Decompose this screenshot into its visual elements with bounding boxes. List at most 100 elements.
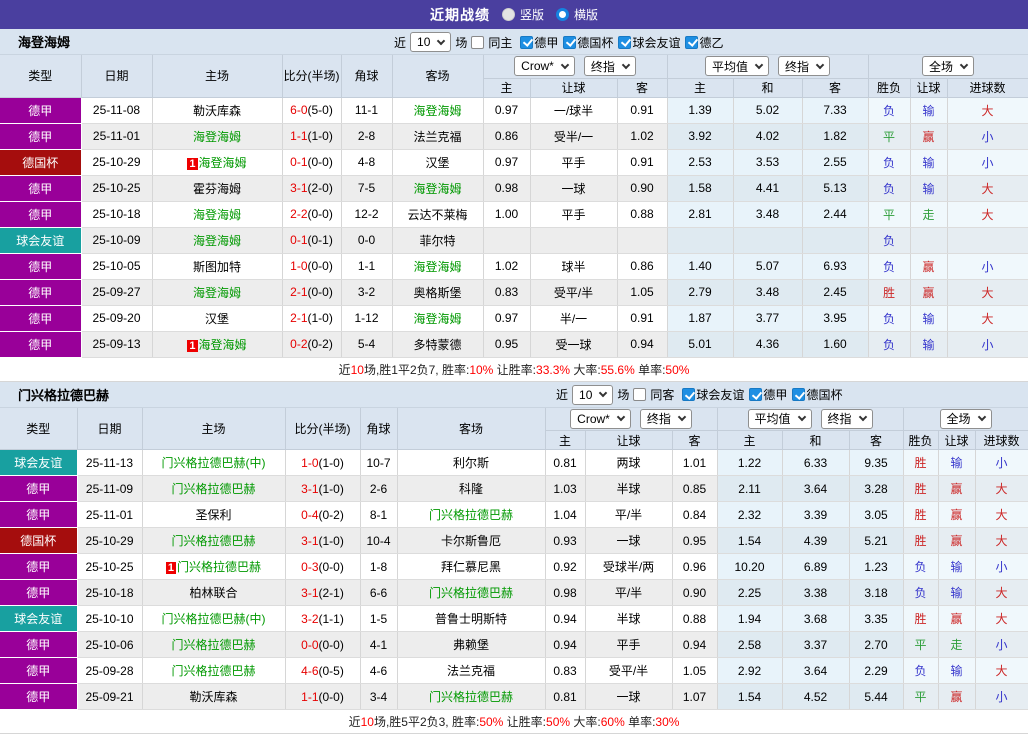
home-team-cell: 海登海姆 — [152, 201, 282, 227]
home-team-name[interactable]: 斯图加特 — [193, 260, 241, 274]
home-team-name[interactable]: 勒沃库森 — [189, 690, 237, 704]
home-team-name[interactable]: 汉堡 — [205, 312, 229, 326]
away-team-name[interactable]: 弗赖堡 — [453, 638, 489, 652]
away-team-name[interactable]: 海登海姆 — [413, 104, 461, 118]
league-label: 德国杯 — [806, 386, 842, 403]
horizontal-layout-radio[interactable] — [556, 8, 569, 21]
away-team-name[interactable]: 拜仁慕尼黑 — [441, 560, 501, 574]
league-checkbox[interactable] — [563, 36, 576, 49]
odds-home-cell: 0.98 — [483, 175, 530, 201]
home-team-name[interactable]: 门兴格拉德巴赫 — [171, 664, 255, 678]
avg-home-cell: 1.22 — [717, 450, 782, 476]
away-team-name[interactable]: 海登海姆 — [413, 312, 461, 326]
result-winlose-cell: 平 — [903, 632, 938, 658]
away-team-name[interactable]: 卡尔斯鲁厄 — [441, 534, 501, 548]
odds-time-select[interactable]: 终指 — [584, 56, 636, 76]
avg-home-cell: 2.81 — [667, 201, 733, 227]
rank-badge: 1 — [187, 340, 197, 352]
same-home-checkbox[interactable] — [471, 36, 484, 49]
home-team-name[interactable]: 勒沃库森 — [193, 104, 241, 118]
odds-home-cell: 0.95 — [483, 331, 530, 357]
scope-select[interactable]: 全场 — [940, 409, 992, 429]
score-cell: 3-1(2-0) — [282, 175, 341, 201]
match-count-select[interactable]: 10 — [572, 385, 613, 405]
home-team-name[interactable]: 圣保利 — [195, 508, 231, 522]
match-row: 德甲25-10-05斯图加特1-0(0-0)1-1海登海姆1.02球半0.861… — [0, 253, 1028, 279]
league-checkbox[interactable] — [792, 388, 805, 401]
away-team-name[interactable]: 海登海姆 — [413, 260, 461, 274]
odds-home-cell: 0.97 — [483, 97, 530, 123]
same-away-checkbox[interactable] — [633, 388, 646, 401]
away-team-name[interactable]: 法兰克福 — [447, 664, 495, 678]
home-team-name[interactable]: 海登海姆 — [193, 286, 241, 300]
away-team-name[interactable]: 多特蒙德 — [413, 338, 461, 352]
avg-away-cell: 5.44 — [849, 684, 903, 710]
half-score: (5-0) — [308, 103, 333, 117]
away-team-name[interactable]: 利尔斯 — [453, 456, 489, 470]
away-team-name[interactable]: 海登海姆 — [413, 182, 461, 196]
odds-source-select[interactable]: Crow* — [570, 409, 631, 429]
home-team-name[interactable]: 海登海姆 — [193, 130, 241, 144]
average-time-select[interactable]: 终指 — [778, 56, 830, 76]
home-team-name[interactable]: 海登海姆 — [193, 234, 241, 248]
handicap-cell: 平手 — [530, 201, 617, 227]
league-checkbox[interactable] — [685, 36, 698, 49]
avg-draw-cell: 4.41 — [733, 175, 802, 201]
away-team-name[interactable]: 普鲁士明斯特 — [435, 612, 507, 626]
away-team-name[interactable]: 汉堡 — [425, 156, 449, 170]
away-team-name[interactable]: 门兴格拉德巴赫 — [429, 586, 513, 600]
home-team-cell: 门兴格拉德巴赫 — [142, 658, 285, 684]
home-team-name[interactable]: 霍芬海姆 — [193, 182, 241, 196]
full-score: 1-1 — [301, 690, 318, 704]
away-team-cell: 海登海姆 — [392, 305, 483, 331]
away-team-name[interactable]: 云达不莱梅 — [407, 208, 467, 222]
average-select[interactable]: 平均值 — [705, 56, 769, 76]
summary-label: 近 — [339, 363, 351, 377]
league-checkbox[interactable] — [749, 388, 762, 401]
avg-home-cell — [667, 227, 733, 253]
away-team-name[interactable]: 门兴格拉德巴赫 — [429, 508, 513, 522]
result-goals-cell: 小 — [975, 450, 1028, 476]
avg-home-cell: 1.87 — [667, 305, 733, 331]
home-team-name[interactable]: 门兴格拉德巴赫 — [171, 482, 255, 496]
away-team-cell: 科隆 — [397, 476, 545, 502]
home-team-name[interactable]: 门兴格拉德巴赫(中) — [162, 612, 266, 626]
odds-source-select[interactable]: Crow* — [514, 56, 575, 76]
avg-home-cell: 2.32 — [717, 502, 782, 528]
odds-home-cell: 0.94 — [545, 606, 585, 632]
league-checkbox[interactable] — [618, 36, 631, 49]
home-team-name[interactable]: 柏林联合 — [189, 586, 237, 600]
result-winlose-cell: 平 — [868, 201, 910, 227]
avg-away-cell — [802, 227, 868, 253]
home-team-cell: 柏林联合 — [142, 580, 285, 606]
match-count-select[interactable]: 10 — [410, 32, 451, 52]
corner-cell: 1-1 — [341, 253, 392, 279]
league-checkbox[interactable] — [682, 388, 695, 401]
scope-select[interactable]: 全场 — [922, 56, 974, 76]
result-winlose-cell: 负 — [868, 305, 910, 331]
avg-draw-cell: 3.38 — [782, 580, 849, 606]
away-team-cell: 弗赖堡 — [397, 632, 545, 658]
home-team-name[interactable]: 门兴格拉德巴赫 — [171, 534, 255, 548]
odds-time-select[interactable]: 终指 — [640, 409, 692, 429]
home-team-name[interactable]: 海登海姆 — [199, 156, 247, 170]
average-select[interactable]: 平均值 — [748, 409, 812, 429]
col-home: 主场 — [152, 55, 282, 97]
home-team-name[interactable]: 门兴格拉德巴赫(中) — [162, 456, 266, 470]
away-team-name[interactable]: 奥格斯堡 — [413, 286, 461, 300]
home-team-name[interactable]: 门兴格拉德巴赫 — [177, 560, 261, 574]
home-team-name[interactable]: 海登海姆 — [193, 208, 241, 222]
score-cell: 4-6(0-5) — [285, 658, 360, 684]
match-row: 德甲25-11-01圣保利0-4(0-2)8-1门兴格拉德巴赫1.04平/半0.… — [0, 502, 1028, 528]
home-team-name[interactable]: 海登海姆 — [199, 338, 247, 352]
vertical-layout-radio[interactable] — [502, 8, 515, 21]
home-team-name[interactable]: 门兴格拉德巴赫 — [171, 638, 255, 652]
average-time-select[interactable]: 终指 — [821, 409, 873, 429]
corner-cell: 8-1 — [360, 502, 397, 528]
league-checkbox[interactable] — [520, 36, 533, 49]
away-team-name[interactable]: 科隆 — [459, 482, 483, 496]
away-team-name[interactable]: 菲尔特 — [419, 234, 455, 248]
away-team-name[interactable]: 法兰克福 — [413, 130, 461, 144]
result-handicap-cell: 输 — [938, 554, 975, 580]
away-team-name[interactable]: 门兴格拉德巴赫 — [429, 690, 513, 704]
